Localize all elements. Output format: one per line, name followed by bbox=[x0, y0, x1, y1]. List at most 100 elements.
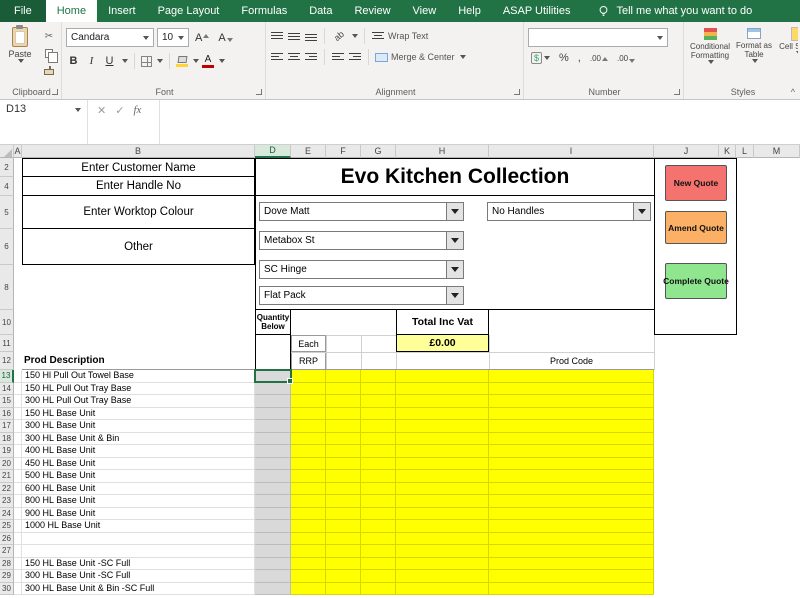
total-cell[interactable] bbox=[396, 420, 489, 433]
row-header[interactable]: 4 bbox=[0, 177, 14, 196]
clipboard-dialog-launcher-icon[interactable] bbox=[52, 89, 58, 95]
total-inc-vat-value[interactable]: £0.00 bbox=[396, 334, 489, 352]
column-header-g[interactable]: G bbox=[361, 145, 396, 158]
row-header[interactable]: 23 bbox=[0, 495, 14, 508]
row-header[interactable]: 17 bbox=[0, 420, 14, 433]
column-header-l[interactable]: L bbox=[736, 145, 754, 158]
drawer-type-dropdown[interactable]: Metabox St bbox=[259, 231, 464, 250]
orientation-dropdown-icon[interactable] bbox=[352, 34, 359, 38]
prod-code-cell[interactable] bbox=[489, 470, 654, 483]
underline-button[interactable]: U bbox=[102, 52, 117, 70]
middle-align-icon[interactable] bbox=[287, 31, 301, 42]
worktop-colour-dropdown[interactable]: Dove Matt bbox=[259, 202, 464, 221]
rrp-cell[interactable] bbox=[291, 370, 326, 383]
total-cell[interactable] bbox=[396, 395, 489, 408]
dropdown-arrow-icon[interactable] bbox=[446, 203, 463, 220]
column-header-e[interactable]: E bbox=[291, 145, 326, 158]
prod-code-cell[interactable] bbox=[489, 432, 654, 445]
total-cell[interactable] bbox=[396, 532, 489, 545]
col-a-cell[interactable] bbox=[14, 557, 22, 570]
product-desc-cell[interactable]: 800 HL Base Unit bbox=[22, 495, 255, 508]
fill-color-dropdown-icon[interactable] bbox=[193, 59, 199, 63]
align-center-icon[interactable] bbox=[287, 52, 301, 63]
col-a-cell[interactable] bbox=[14, 395, 22, 408]
select-all-corner[interactable] bbox=[0, 145, 14, 158]
quantity-cell[interactable] bbox=[255, 382, 291, 395]
col-a-cell[interactable] bbox=[14, 407, 22, 420]
row-header[interactable]: 5 bbox=[0, 196, 14, 229]
number-dialog-launcher-icon[interactable] bbox=[674, 89, 680, 95]
rrp-cell[interactable] bbox=[291, 432, 326, 445]
paste-button[interactable]: Paste bbox=[4, 24, 36, 85]
prod-code-cell[interactable] bbox=[489, 407, 654, 420]
prod-code-cell[interactable] bbox=[489, 545, 654, 558]
col-a-cell[interactable] bbox=[14, 520, 22, 533]
product-desc-cell[interactable]: 1000 HL Base Unit bbox=[22, 520, 255, 533]
tab-home[interactable]: Home bbox=[45, 0, 98, 22]
cell[interactable] bbox=[326, 370, 361, 383]
format-painter-icon[interactable] bbox=[40, 64, 58, 77]
total-cell[interactable] bbox=[396, 557, 489, 570]
product-desc-cell[interactable] bbox=[22, 532, 255, 545]
cell[interactable] bbox=[361, 570, 396, 583]
rrp-cell[interactable] bbox=[291, 520, 326, 533]
amend-quote-button[interactable]: Amend Quote bbox=[665, 211, 727, 244]
cell[interactable] bbox=[326, 445, 361, 458]
row-header[interactable]: 22 bbox=[0, 482, 14, 495]
cell[interactable] bbox=[326, 432, 361, 445]
decrease-indent-icon[interactable] bbox=[331, 52, 345, 63]
enter-icon[interactable]: ✓ bbox=[115, 104, 124, 117]
each-header-cell[interactable]: Each bbox=[291, 335, 326, 352]
comma-style-icon[interactable]: , bbox=[575, 52, 584, 64]
percent-style-icon[interactable]: % bbox=[556, 52, 572, 64]
prod-code-header[interactable]: Prod Code bbox=[489, 352, 654, 370]
bold-button[interactable]: B bbox=[66, 52, 81, 70]
cell[interactable] bbox=[326, 395, 361, 408]
total-cell[interactable] bbox=[396, 520, 489, 533]
row-header[interactable]: 21 bbox=[0, 470, 14, 483]
col-a-cell[interactable] bbox=[14, 445, 22, 458]
row-header[interactable]: 12 bbox=[0, 352, 14, 370]
rrp-cell[interactable] bbox=[291, 407, 326, 420]
prod-code-cell[interactable] bbox=[489, 457, 654, 470]
col-a-cell[interactable] bbox=[14, 482, 22, 495]
dropdown-arrow-icon[interactable] bbox=[633, 203, 650, 220]
row-header[interactable]: 28 bbox=[0, 557, 14, 570]
cell[interactable] bbox=[326, 495, 361, 508]
tab-insert[interactable]: Insert bbox=[97, 0, 147, 22]
cell[interactable] bbox=[361, 507, 396, 520]
total-cell[interactable] bbox=[396, 507, 489, 520]
cell[interactable] bbox=[326, 545, 361, 558]
align-right-icon[interactable] bbox=[304, 52, 318, 63]
row-header[interactable]: 8 bbox=[0, 265, 14, 310]
rrp-cell[interactable] bbox=[291, 557, 326, 570]
total-cell[interactable] bbox=[396, 495, 489, 508]
quantity-cell[interactable] bbox=[255, 370, 291, 383]
rrp-cell[interactable] bbox=[291, 582, 326, 595]
increase-decimal-icon[interactable]: .00 bbox=[587, 54, 611, 63]
product-desc-cell[interactable]: 600 HL Base Unit bbox=[22, 482, 255, 495]
italic-button[interactable]: I bbox=[84, 52, 99, 70]
column-header-b[interactable]: B bbox=[22, 145, 255, 158]
total-cell[interactable] bbox=[396, 382, 489, 395]
cell[interactable] bbox=[326, 482, 361, 495]
hinge-type-dropdown[interactable]: SC Hinge bbox=[259, 260, 464, 279]
quantity-column-cell[interactable] bbox=[255, 334, 291, 370]
cell-styles-button[interactable]: Cell Styles bbox=[776, 24, 798, 85]
prod-code-cell[interactable] bbox=[489, 520, 654, 533]
rrp-cell[interactable] bbox=[291, 570, 326, 583]
quantity-cell[interactable] bbox=[255, 532, 291, 545]
total-cell[interactable] bbox=[396, 482, 489, 495]
row-header[interactable]: 27 bbox=[0, 545, 14, 558]
copy-icon[interactable] bbox=[40, 47, 58, 63]
prod-code-cell[interactable] bbox=[489, 570, 654, 583]
accounting-format-icon[interactable]: $ bbox=[528, 52, 553, 64]
row-header[interactable]: 26 bbox=[0, 532, 14, 545]
quantity-cell[interactable] bbox=[255, 445, 291, 458]
cell[interactable] bbox=[361, 520, 396, 533]
cell[interactable] bbox=[326, 582, 361, 595]
col-a-cell[interactable] bbox=[14, 457, 22, 470]
column-header-f[interactable]: F bbox=[326, 145, 361, 158]
rrp-header-cell[interactable]: RRP bbox=[291, 351, 326, 370]
rrp-cell[interactable] bbox=[291, 507, 326, 520]
